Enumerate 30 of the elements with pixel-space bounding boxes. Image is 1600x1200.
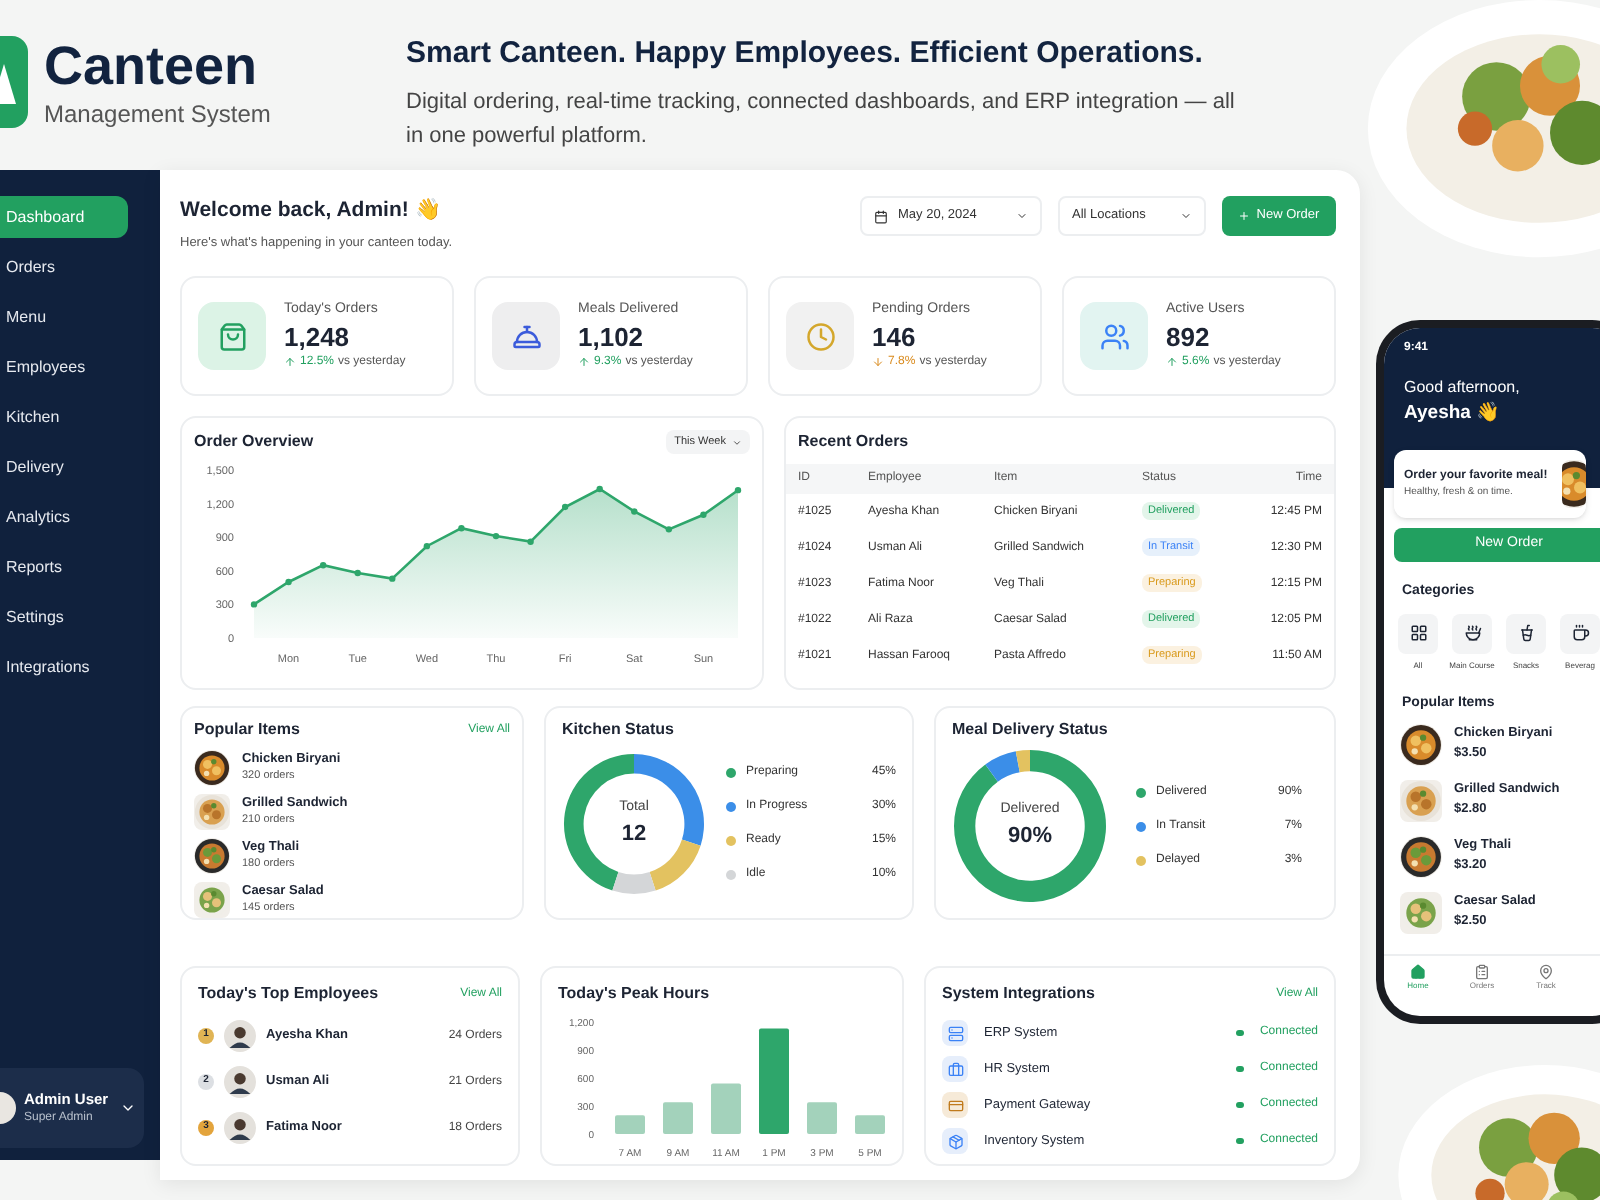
card-title: Kitchen Status [562,718,675,742]
headline: Smart Canteen. Happy Employees. Efficient Operations. [406,34,1205,74]
tagline: Digital ordering, real-time tracking, connected dashboards, and ERP integration — all in one powerful platform. [406,87,1237,151]
card-title: Recent Orders [796,430,911,454]
donut-value: 12 [621,820,647,850]
sidebar-item[interactable]: Settings [0,596,128,638]
stat-value: 146 [872,321,918,354]
card-title: Meal Delivery Status [952,718,1108,742]
brand-subtitle: Management System [44,98,271,132]
card-title: Order Overview [194,430,314,454]
card-title: System Integrations [942,982,1095,1006]
user-name: Ayesha 👋 [1404,400,1503,428]
card-title: Today's Top Employees [198,982,379,1006]
sidebar-item[interactable]: Integrations [0,646,128,688]
sidebar-item[interactable]: Employees [0,346,128,388]
sidebar-item[interactable]: Delivery [0,446,128,488]
card-title: Today's Peak Hours [558,982,710,1006]
sidebar-item[interactable]: Orders [0,246,128,288]
stat-value: 1,102 [578,321,646,354]
greeting: Good afternoon, [1404,376,1522,400]
donut-value: 90% [1007,822,1053,852]
card-title: Popular Items [194,718,300,742]
stat-value: 892 [1166,321,1212,354]
stat-value: 1,248 [284,321,352,354]
brand-name: Canteen [44,36,260,96]
sidebar-item[interactable]: Kitchen [0,396,128,438]
sidebar-item[interactable]: Menu [0,296,128,338]
sidebar-item[interactable]: Analytics [0,496,128,538]
sidebar-item[interactable]: Reports [0,546,128,588]
welcome-title: Welcome back, Admin! 👋 [180,196,443,226]
